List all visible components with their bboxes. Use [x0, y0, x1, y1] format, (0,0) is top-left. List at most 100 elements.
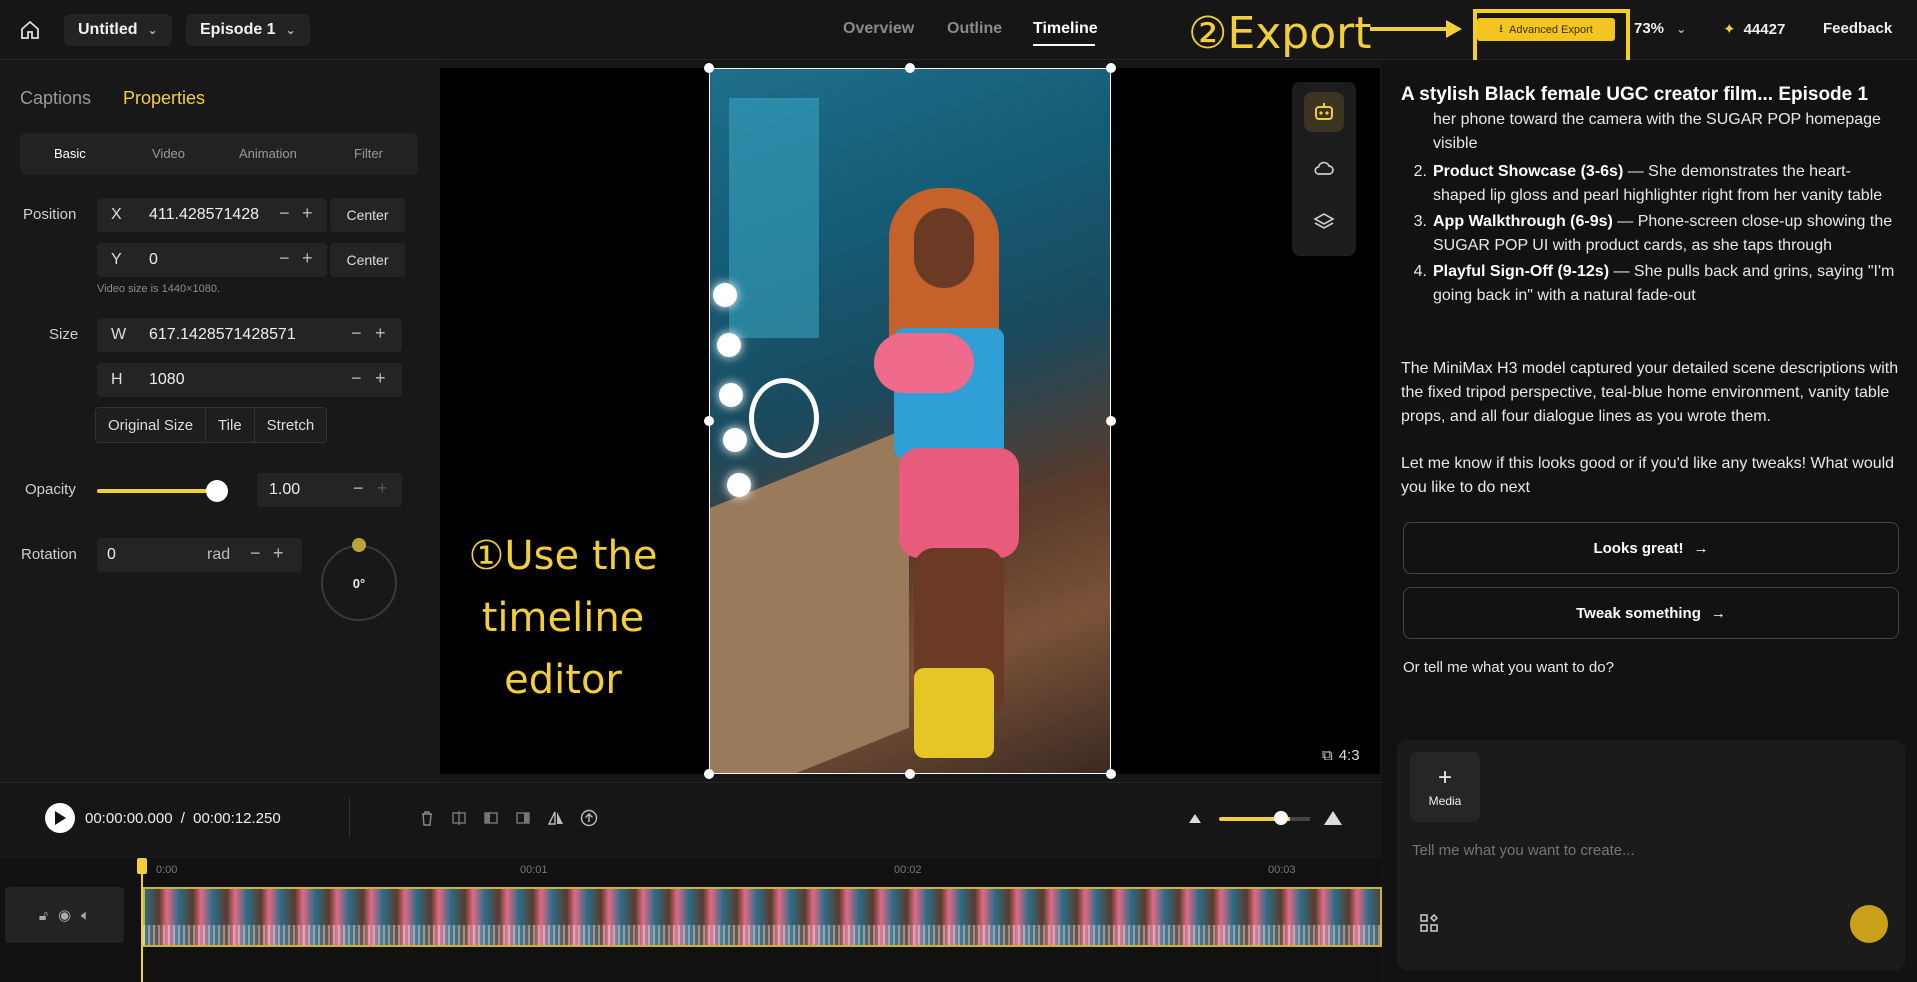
looks-great-button[interactable]: Looks great! → — [1403, 522, 1899, 574]
list-number: 4. — [1413, 263, 1427, 280]
minus-icon[interactable]: − — [353, 478, 364, 499]
resize-handle[interactable] — [905, 769, 915, 779]
tab-overview[interactable]: Overview — [843, 20, 914, 38]
credits-badge[interactable]: ✦ 44427 — [1723, 20, 1785, 39]
cloud-icon[interactable] — [1304, 148, 1344, 188]
subtab-basic[interactable]: Basic — [54, 146, 86, 161]
send-button[interactable] — [1850, 905, 1888, 943]
tile-button[interactable]: Tile — [206, 408, 255, 442]
tab-captions[interactable]: Captions — [20, 88, 91, 109]
advanced-export-label: Advanced Export — [1509, 23, 1593, 36]
flip-icon[interactable] — [546, 808, 566, 828]
tab-outline[interactable]: Outline — [947, 20, 1002, 38]
rotation-dial[interactable]: 0° — [321, 545, 397, 621]
resize-handle[interactable] — [905, 63, 915, 73]
trim-right-icon[interactable] — [513, 808, 533, 828]
home-icon[interactable] — [16, 16, 44, 44]
opacity-slider-track[interactable] — [97, 489, 217, 493]
zoom-level: 73% — [1634, 20, 1665, 37]
resize-handle[interactable] — [1106, 769, 1116, 779]
advanced-export-button[interactable]: ⭳ Advanced Export — [1477, 18, 1615, 41]
sparkle-icon: ✦ — [1723, 21, 1736, 38]
arrow-right-icon: → — [1710, 604, 1726, 622]
list-item: 2. Product Showcase (3-6s) — She demonst… — [1401, 160, 1901, 208]
resize-handle[interactable] — [1106, 416, 1116, 426]
rotation-dial-value: 0° — [352, 575, 366, 591]
feedback-button[interactable]: Feedback — [1823, 20, 1892, 37]
trim-left-icon[interactable] — [481, 808, 501, 828]
plus-icon[interactable]: + — [302, 248, 313, 269]
media-button[interactable]: + Media — [1410, 752, 1480, 822]
split-icon[interactable] — [449, 808, 469, 828]
timecode: 00:00:00.000 / 00:00:12.250 — [85, 810, 281, 827]
plus-icon[interactable]: + — [273, 543, 284, 564]
subtab-animation[interactable]: Animation — [239, 146, 297, 161]
minus-icon[interactable]: − — [351, 368, 362, 389]
minus-icon[interactable]: − — [250, 543, 261, 564]
tab-timeline[interactable]: Timeline — [1033, 20, 1098, 38]
playhead-handle[interactable] — [137, 858, 147, 874]
robot-icon[interactable] — [1304, 92, 1344, 132]
resize-handle[interactable] — [704, 416, 714, 426]
eye-icon[interactable]: ◉ — [58, 906, 71, 924]
chat-list: 2. Product Showcase (3-6s) — She demonst… — [1401, 160, 1901, 308]
minus-icon[interactable]: − — [279, 203, 290, 224]
h-value: 1080 — [149, 371, 185, 388]
lock-icon[interactable]: 🔓︎ — [39, 907, 48, 924]
apps-icon[interactable] — [1420, 913, 1439, 937]
rotation-label: Rotation — [21, 546, 77, 563]
center-y-button[interactable]: Center — [330, 243, 405, 277]
media-label: Media — [1428, 794, 1462, 808]
chevron-down-icon: ⌄ — [285, 23, 296, 37]
position-y-field[interactable]: Y 0 − + — [97, 243, 327, 277]
delete-icon[interactable] — [417, 808, 437, 828]
size-h-field[interactable]: H 1080 − + — [97, 363, 402, 397]
original-size-button[interactable]: Original Size — [96, 408, 207, 442]
volume-icon[interactable]: 🔈︎ — [81, 907, 90, 924]
opacity-label: Opacity — [25, 481, 76, 498]
episode-dropdown[interactable]: Episode 1 ⌄ — [186, 14, 310, 46]
zoom-in-icon[interactable] — [1323, 808, 1343, 828]
aspect-ratio-button[interactable]: ⧉ 4:3 — [1322, 747, 1360, 764]
time-separator: / — [180, 810, 185, 827]
resize-handle[interactable] — [704, 63, 714, 73]
chevron-down-icon: ⌄ — [1676, 22, 1687, 36]
project-dropdown[interactable]: Untitled ⌄ — [64, 14, 172, 46]
position-x-field[interactable]: X 411.428571428 − + — [97, 198, 327, 232]
timeline-zoom-thumb[interactable] — [1274, 811, 1288, 825]
tweak-something-button[interactable]: Tweak something → — [1403, 587, 1899, 639]
aspect-ratio-icon: ⧉ — [1322, 747, 1333, 764]
plus-icon[interactable]: + — [375, 323, 386, 344]
ruler-mark: 00:02 — [894, 864, 922, 876]
resize-handle[interactable] — [1106, 63, 1116, 73]
layers-icon[interactable] — [1304, 202, 1344, 242]
minus-icon[interactable]: − — [279, 248, 290, 269]
zoom-dropdown[interactable]: 73% ⌄ — [1634, 20, 1686, 37]
subtab-video[interactable]: Video — [152, 146, 185, 161]
size-label: Size — [49, 326, 79, 343]
opacity-field[interactable]: 1.00 − + — [257, 473, 402, 507]
plus-icon[interactable]: + — [377, 478, 388, 499]
minus-icon[interactable]: − — [351, 323, 362, 344]
tab-properties[interactable]: Properties — [123, 88, 205, 109]
playhead[interactable] — [141, 858, 143, 982]
plus-icon[interactable]: + — [302, 203, 313, 224]
looks-great-label: Looks great! — [1593, 539, 1684, 557]
x-value: 411.428571428 — [149, 206, 260, 223]
upload-icon[interactable] — [579, 808, 599, 828]
resize-handle[interactable] — [704, 769, 714, 779]
rotation-field[interactable]: 0 rad − + — [97, 538, 302, 572]
chat-input[interactable] — [1412, 842, 1852, 859]
stretch-button[interactable]: Stretch — [254, 408, 327, 442]
timeline-ruler[interactable]: 0:00 00:01 00:02 00:03 — [126, 858, 1382, 884]
center-x-button[interactable]: Center — [330, 198, 405, 232]
zoom-out-icon[interactable] — [1185, 808, 1205, 828]
w-value: 617.1428571428571 — [149, 326, 296, 343]
rotation-dial-knob[interactable] — [352, 538, 366, 552]
play-button[interactable] — [45, 803, 75, 833]
subtab-filter[interactable]: Filter — [354, 146, 383, 161]
plus-icon[interactable]: + — [375, 368, 386, 389]
opacity-slider-thumb[interactable] — [206, 480, 228, 502]
list-item-heading: Playful Sign-Off (9-12s) — [1433, 263, 1610, 280]
size-w-field[interactable]: W 617.1428571428571 − + — [97, 318, 402, 352]
